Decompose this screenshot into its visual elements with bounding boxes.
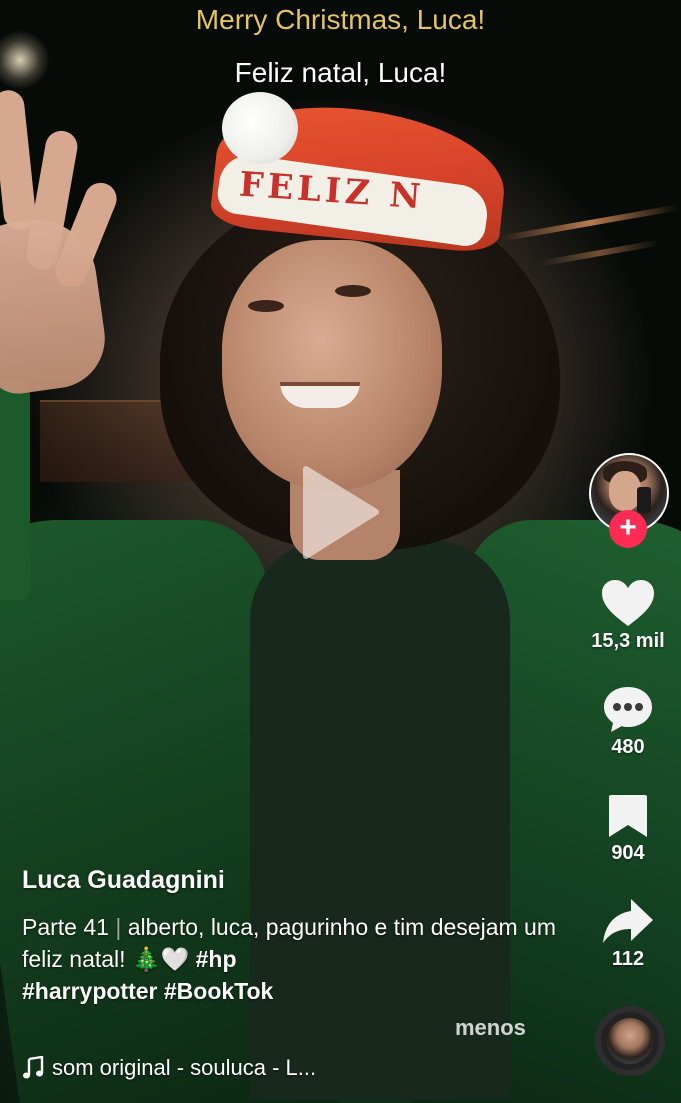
comment-bubble-icon <box>604 687 652 732</box>
comment-count: 480 <box>611 736 645 758</box>
caption-portuguese: Feliz natal, Luca! <box>234 57 447 88</box>
sound-link[interactable]: som original - souluca - L... <box>22 1055 316 1081</box>
part-label: Parte 41 <box>22 914 109 940</box>
creator-username[interactable]: Luca Guadagnini <box>22 866 225 895</box>
finger <box>0 88 38 232</box>
sound-label: som original - souluca - L... <box>52 1055 317 1080</box>
caption-english: Merry Christmas, Luca! <box>195 4 486 35</box>
background-light-strip <box>540 239 660 267</box>
share-count: 112 <box>611 948 645 970</box>
post-description: Parte 41 | alberto, luca, pagurinho e ti… <box>22 911 562 1007</box>
right-eye <box>335 285 371 297</box>
like-button[interactable]: 15,3 mil <box>583 578 673 653</box>
heart-icon <box>602 580 654 626</box>
comment-button[interactable]: 480 <box>583 684 673 759</box>
hashtag-hp[interactable]: #hp <box>196 946 237 972</box>
left-eye <box>248 300 284 312</box>
save-count: 904 <box>611 842 645 864</box>
bookmark-icon <box>609 795 647 837</box>
like-count: 15,3 mil <box>591 630 665 652</box>
sound-disc[interactable] <box>595 1006 665 1076</box>
save-button[interactable]: 904 <box>583 792 673 865</box>
hashtag-harrypotter[interactable]: #harrypotter <box>22 978 157 1004</box>
music-note-icon <box>23 1056 44 1079</box>
hashtag-booktok[interactable]: #BookTok <box>164 978 273 1004</box>
hat-pompom <box>222 92 298 164</box>
follow-button[interactable]: + <box>609 510 647 548</box>
separator: | <box>115 914 122 940</box>
play-icon[interactable] <box>300 465 380 560</box>
sleeve <box>0 380 30 600</box>
share-button[interactable]: 112 <box>583 896 673 971</box>
avatar-phone <box>637 487 651 513</box>
face <box>222 240 442 490</box>
background-light-strip <box>500 204 680 242</box>
sound-disc-avatar <box>607 1018 653 1064</box>
less-button[interactable]: menos <box>455 1015 526 1041</box>
video-player[interactable]: FELIZ N Merry Christmas, Luca! Feliz nat… <box>0 0 681 1103</box>
share-arrow-icon <box>603 899 653 943</box>
